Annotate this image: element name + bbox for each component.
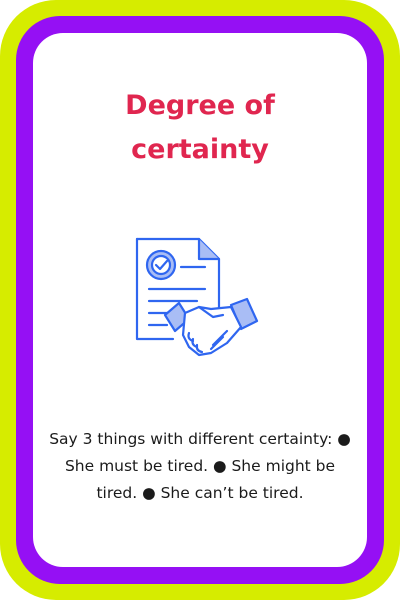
card-title-line-1: Degree of <box>125 90 275 121</box>
card-title-line-2: certainty <box>131 134 269 165</box>
document-handshake-icon <box>127 235 267 370</box>
card-body-text: Say 3 things with different certainty: ●… <box>49 430 351 502</box>
card-title: Degree of certainty <box>0 84 400 172</box>
handshake-icon <box>163 297 259 357</box>
